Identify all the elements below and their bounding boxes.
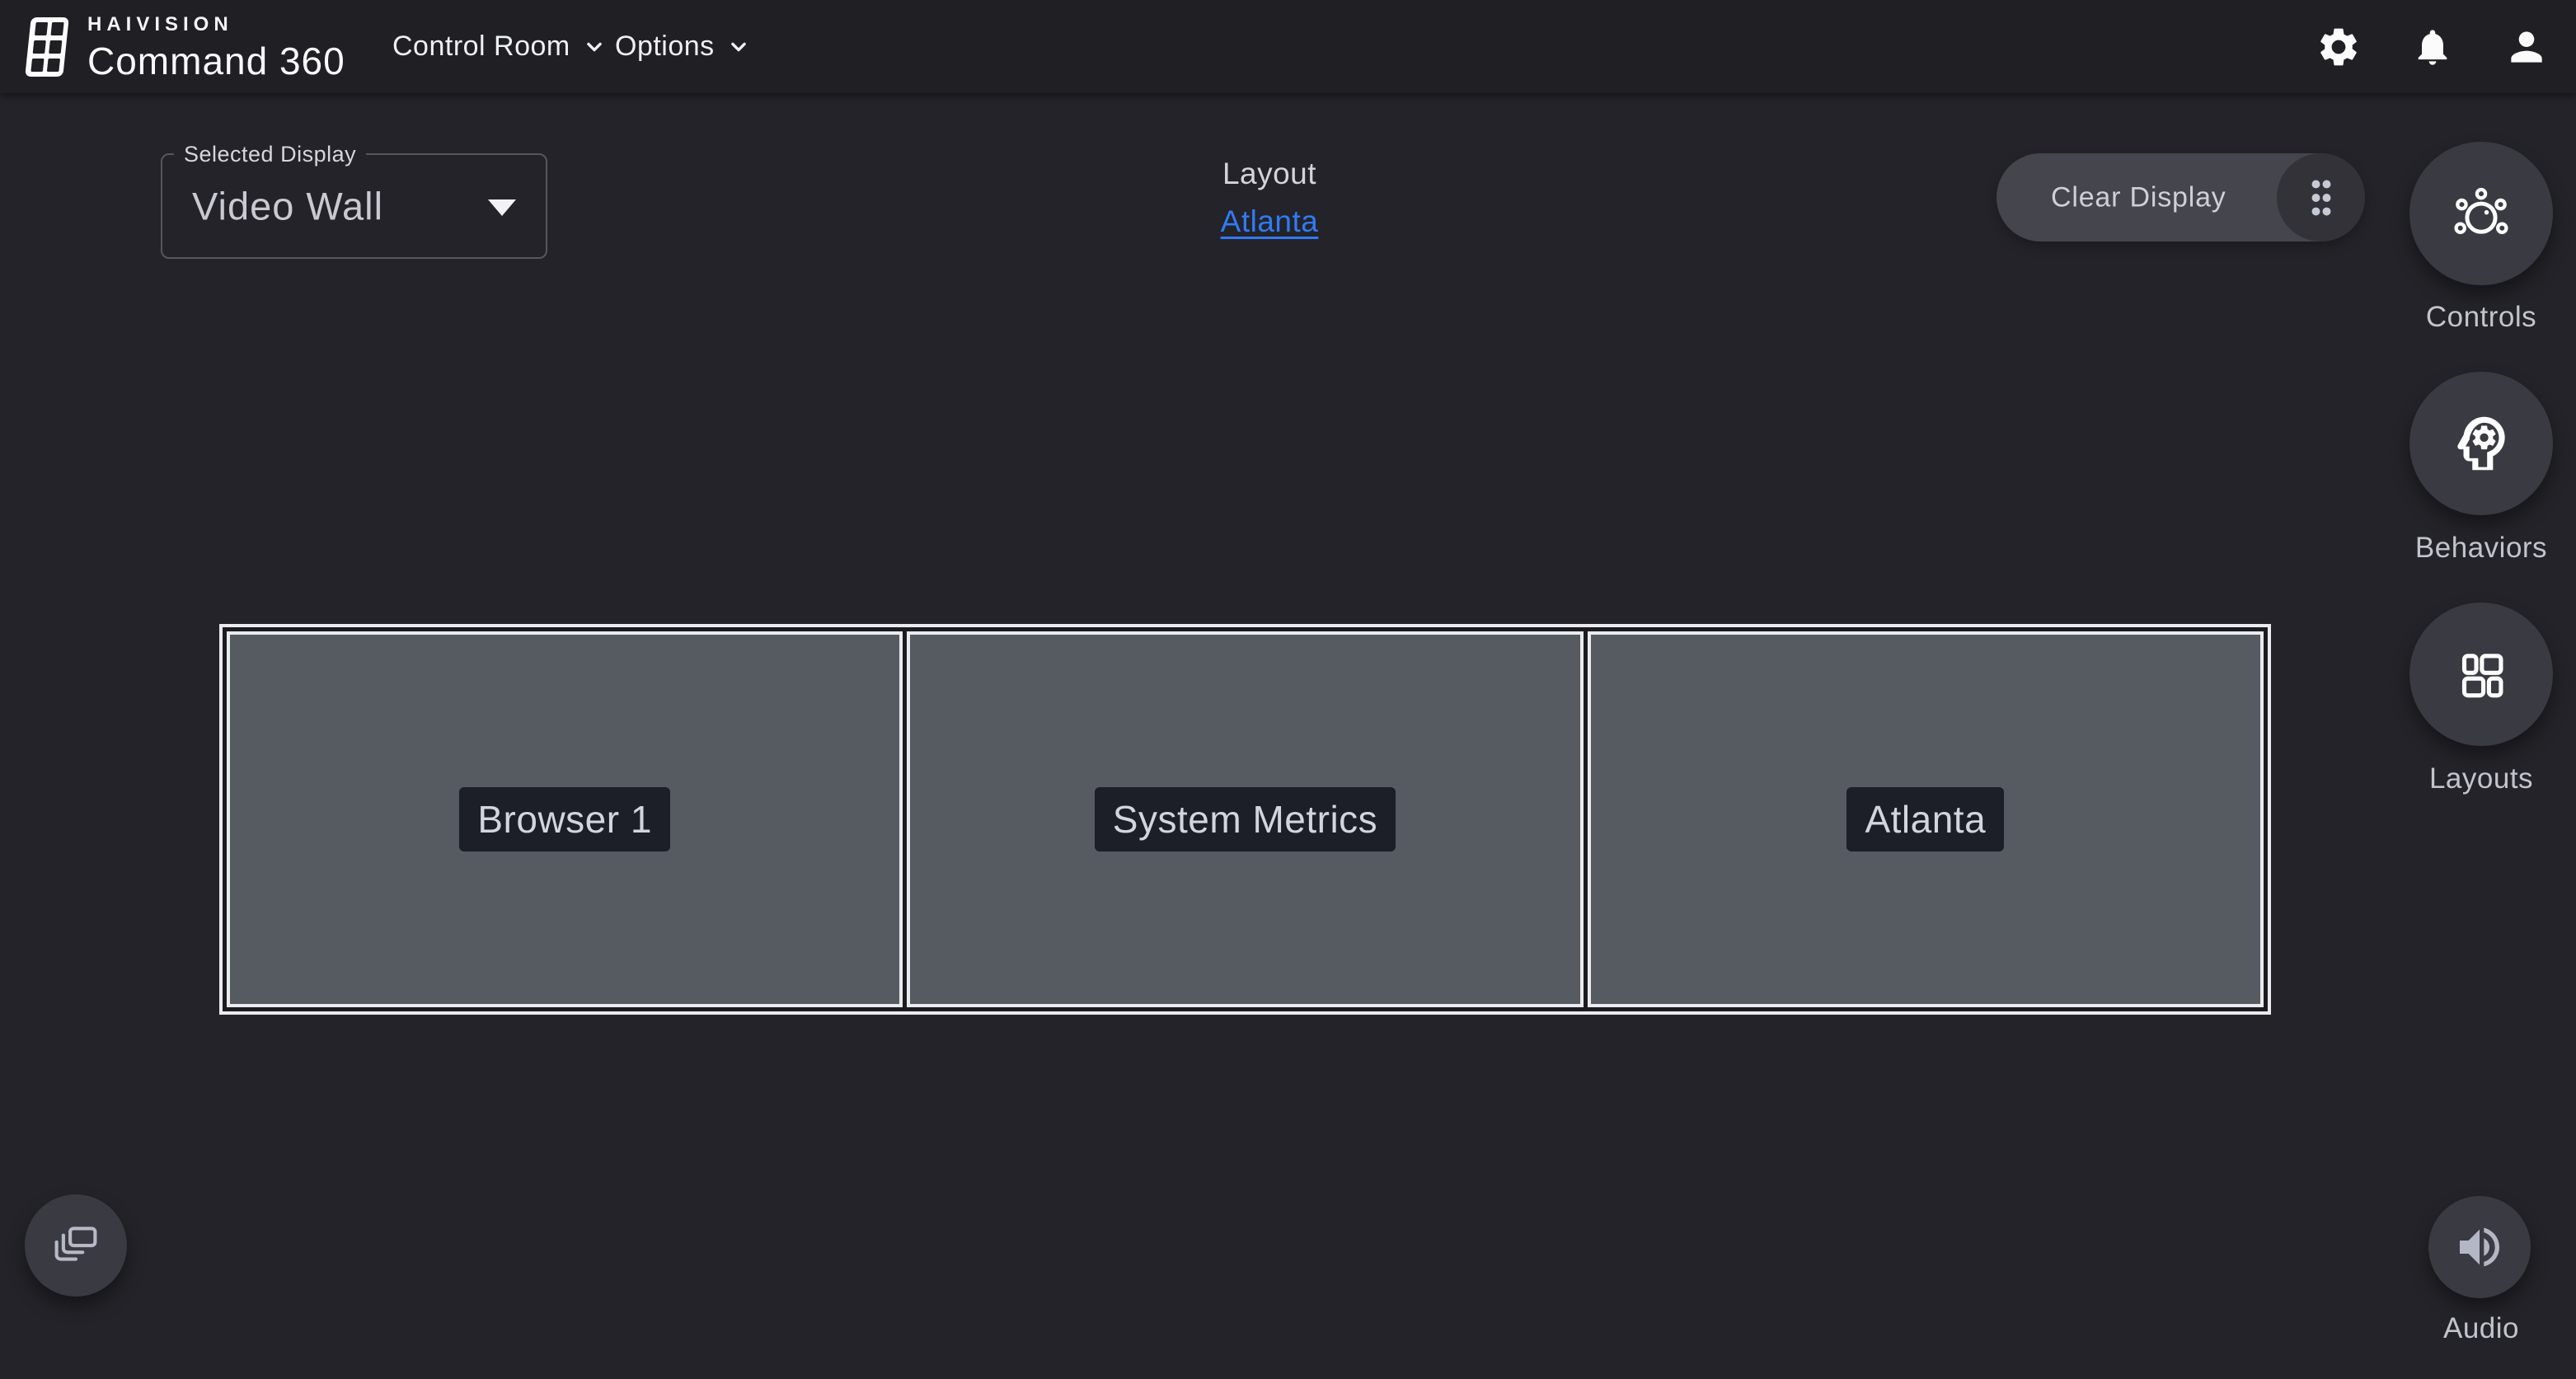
layout-label: Layout <box>1166 157 1372 191</box>
top-bar-actions <box>2316 0 2550 93</box>
behaviors-button-label: Behaviors <box>2374 532 2576 565</box>
behaviors-button[interactable] <box>2409 372 2553 515</box>
controls-knob-icon <box>2447 180 2515 247</box>
layout-link-atlanta[interactable]: Atlanta <box>1221 204 1319 239</box>
settings-icon[interactable] <box>2316 24 2362 70</box>
selected-display-dropdown[interactable]: Selected Display Video Wall <box>161 153 547 259</box>
menu-control-room[interactable]: Control Room <box>392 0 608 93</box>
controls-button[interactable] <box>2409 142 2553 285</box>
wall-panel-1-label: Browser 1 <box>459 787 670 851</box>
app-root: HAIVISION Command 360 Control Room Optio… <box>0 0 2576 1379</box>
wall-panel-2[interactable]: System Metrics <box>907 631 1583 1007</box>
psychology-head-gear-icon <box>2446 408 2517 479</box>
menu-options[interactable]: Options <box>615 0 753 93</box>
wall-panel-1[interactable]: Browser 1 <box>227 631 903 1007</box>
layouts-button-label: Layouts <box>2374 762 2576 795</box>
user-account-icon[interactable] <box>2503 24 2550 70</box>
chevron-down-icon <box>725 33 753 61</box>
selected-display-value: Video Wall <box>192 184 383 229</box>
menu-options-label: Options <box>615 30 715 63</box>
audio-button-label: Audio <box>2374 1312 2576 1345</box>
notifications-bell-icon[interactable] <box>2409 24 2456 70</box>
brand-wordmark: HAIVISION Command 360 <box>87 13 345 83</box>
audio-button[interactable] <box>2428 1196 2531 1298</box>
stacked-displays-icon <box>49 1218 103 1273</box>
wall-panel-3[interactable]: Atlanta <box>1588 631 2264 1007</box>
layouts-button[interactable] <box>2409 603 2553 746</box>
haivision-logo-icon[interactable] <box>21 16 71 78</box>
presets-button[interactable] <box>25 1194 127 1297</box>
clear-display-button[interactable]: Clear Display <box>1997 153 2365 242</box>
selected-display-label: Selected Display <box>174 142 366 167</box>
dropdown-arrow-icon <box>488 199 516 216</box>
drag-handle-dots-icon[interactable] <box>2277 153 2365 242</box>
chevron-down-icon <box>580 33 608 61</box>
wall-panel-2-label: System Metrics <box>1095 787 1396 851</box>
controls-button-label: Controls <box>2374 301 2576 334</box>
top-bar: HAIVISION Command 360 Control Room Optio… <box>0 0 2576 93</box>
layout-grid-icon <box>2447 640 2515 708</box>
wall-panel-3-label: Atlanta <box>1846 787 2004 851</box>
brand-name: HAIVISION <box>87 13 345 36</box>
menu-control-room-label: Control Room <box>392 30 570 63</box>
volume-up-icon <box>2453 1221 2506 1273</box>
product-name: Command 360 <box>87 39 345 83</box>
layout-block: Layout Atlanta <box>1166 157 1372 239</box>
video-wall-preview: Browser 1 System Metrics Atlanta <box>219 624 2271 1015</box>
clear-display-label: Clear Display <box>2051 181 2226 213</box>
